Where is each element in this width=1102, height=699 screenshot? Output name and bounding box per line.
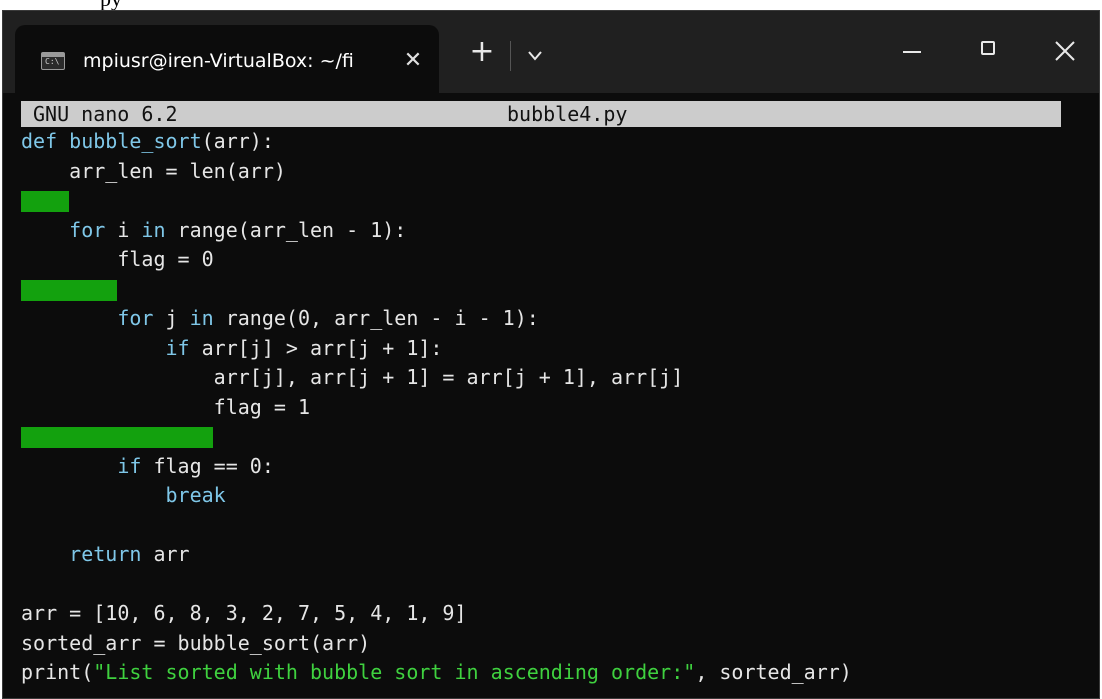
tab-close-icon[interactable]: ✕	[401, 47, 425, 75]
code-line	[21, 186, 852, 216]
code-line: sorted_arr = bubble_sort(arr)	[21, 630, 371, 655]
chevron-down-icon[interactable]	[521, 41, 549, 71]
nano-version: GNU nano 6.2	[33, 102, 178, 126]
code-editor[interactable]: def bubble_sort(arr): arr_len = len(arr)…	[21, 127, 852, 688]
minimize-button[interactable]	[883, 29, 943, 73]
code-line: def bubble_sort(arr):	[21, 129, 274, 153]
code-line: break	[165, 483, 226, 507]
tab-title: mpiusr@iren-VirtualBox: ~/fi	[83, 50, 354, 72]
code-line: arr[j], arr[j + 1] = arr[j + 1], arr[j]	[21, 365, 684, 389]
code-line: for i in range(arr_len - 1):	[69, 217, 407, 242]
code-line: for j in range(0, arr_len - i - 1):	[117, 306, 539, 330]
code-line: if flag == 0:	[117, 453, 274, 478]
whitespace-highlight	[21, 279, 117, 301]
close-button[interactable]	[1035, 29, 1095, 73]
code-line: arr = [10, 6, 8, 3, 2, 7, 5, 4, 1, 9]	[21, 601, 467, 625]
tab-divider	[510, 41, 511, 71]
whitespace-highlight	[21, 191, 69, 212]
nano-filename: bubble4.py	[507, 102, 628, 126]
nano-title-bar: GNU nano 6.2 bubble4.py	[21, 101, 1061, 127]
code-line: flag = 0	[21, 247, 214, 271]
terminal-content[interactable]: GNU nano 6.2 bubble4.py def bubble_sort(…	[3, 93, 1099, 698]
document-caption: py	[0, 0, 1102, 10]
code-line: flag = 1	[21, 394, 310, 419]
code-line	[21, 422, 852, 452]
terminal-window: C:\ mpiusr@iren-VirtualBox: ~/fi ✕ + GNU…	[2, 10, 1100, 699]
code-line: return arr	[69, 542, 190, 566]
code-line: if arr[j] > arr[j + 1]:	[165, 335, 443, 360]
title-bar[interactable]: C:\ mpiusr@iren-VirtualBox: ~/fi ✕ +	[3, 11, 1099, 93]
terminal-tab[interactable]: C:\ mpiusr@iren-VirtualBox: ~/fi ✕	[15, 25, 439, 93]
terminal-icon: C:\	[41, 52, 65, 70]
code-line: arr_len = len(arr)	[21, 158, 286, 183]
code-line: print("List sorted with bubble sort in a…	[21, 660, 852, 684]
new-tab-button[interactable]: +	[465, 37, 499, 71]
whitespace-highlight	[21, 427, 213, 448]
maximize-button[interactable]	[959, 29, 1019, 73]
code-line	[21, 275, 852, 305]
